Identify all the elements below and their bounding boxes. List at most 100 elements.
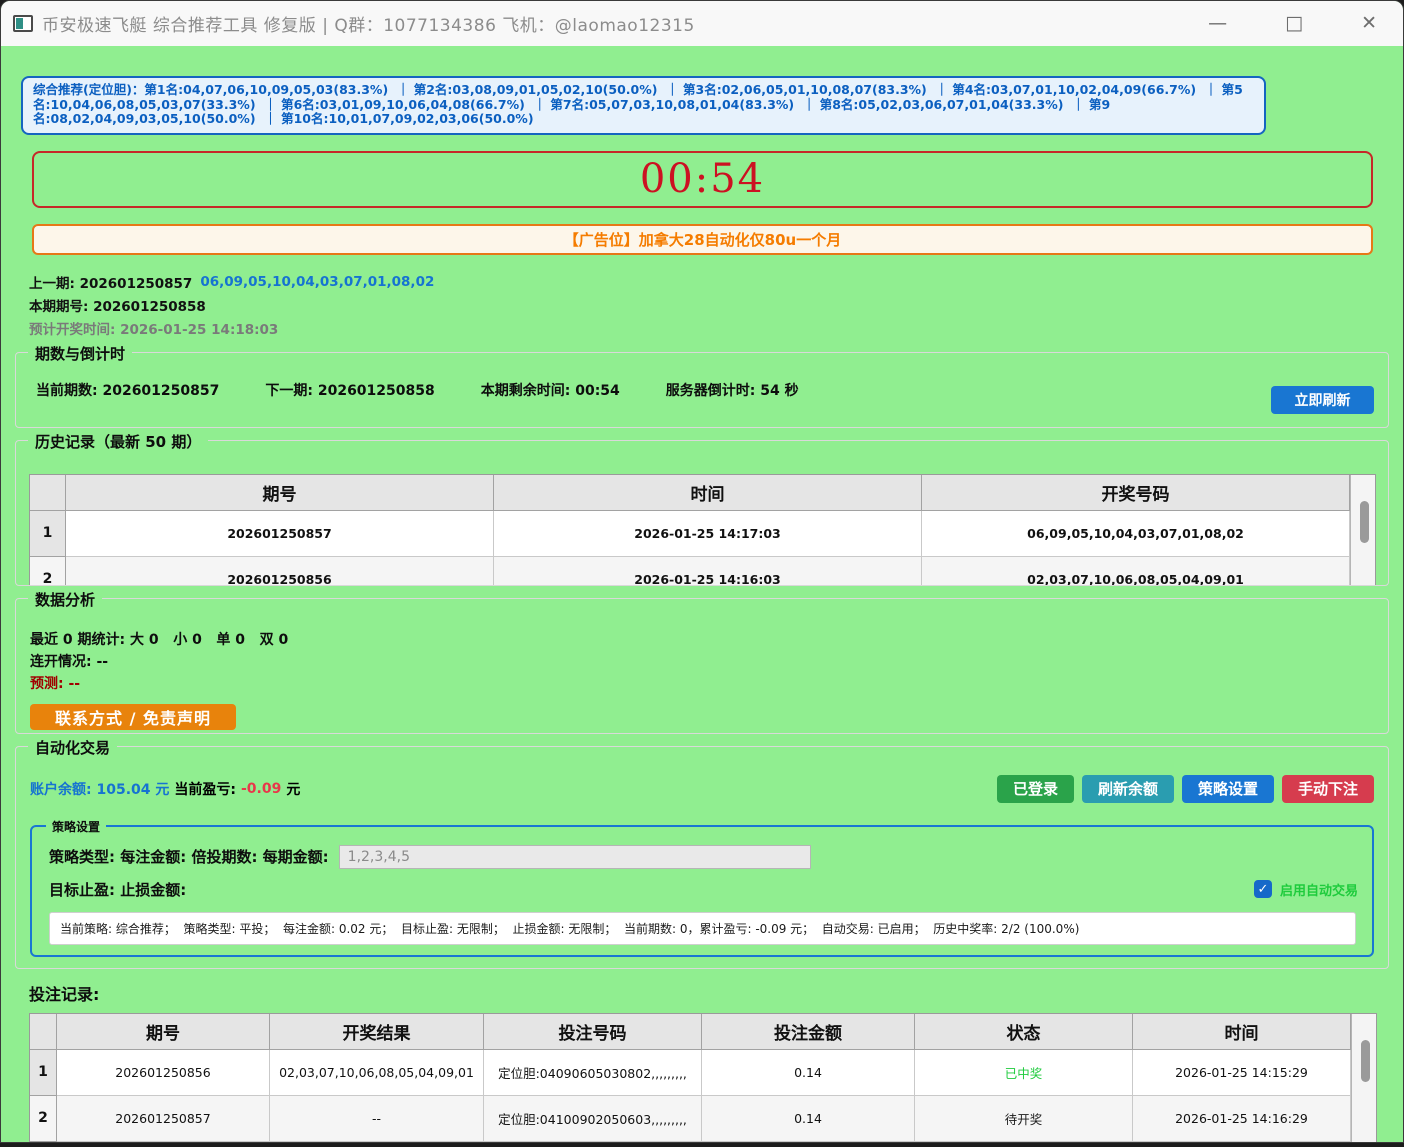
period-cell: 202601250856 [57,1050,270,1096]
bet-row[interactable]: 2 202601250857 -- 定位胆:04100902050603,,,,… [30,1096,1351,1142]
login-status-button[interactable]: 已登录 [997,775,1074,803]
result-cell: -- [270,1096,484,1142]
amount-cell: 0.14 [702,1096,915,1142]
bet-scrollbar[interactable] [1351,1014,1376,1142]
period-stats-row: 当前期数: 202601250857 下一期: 202601250858 本期剩… [16,353,1388,427]
history-header-row: 期号 时间 开奖号码 [30,475,1350,511]
history-table-clip: 期号 时间 开奖号码 1 202601250857 2026-01-25 14:… [29,474,1376,585]
countdown-box: 00:54 [32,151,1373,208]
strategy-status-bar: 当前策略: 综合推荐； 策略类型: 平投； 每注金额: 0.02 元； 目标止盈… [49,912,1356,945]
ad-banner-text: 【广告位】加拿大28自动化仅80u一个月 [564,229,841,250]
prev-period-numbers: 06,09,05,10,04,03,07,01,08,02 [200,274,434,290]
bet-col-result: 开奖结果 [270,1014,484,1050]
time-cell: 2026-01-25 14:16:29 [1133,1096,1351,1142]
bet-numbers-cell: 定位胆:04090605030802,,,,,,,,, [484,1050,702,1096]
strategy-row2-labels: 目标止盈: 止损金额: [49,879,186,900]
prev-period-label: 上一期: 202601250857 [29,272,192,292]
amount-cell: 0.14 [702,1050,915,1096]
history-col-numbers: 开奖号码 [922,475,1350,511]
history-col-time: 时间 [494,475,922,511]
history-group: 历史记录（最新 50 期） 期号 时间 开奖号码 1 202601250857 … [15,440,1389,586]
close-icon[interactable]: ✕ [1361,14,1377,33]
analysis-group-title: 数据分析 [28,589,102,610]
ad-banner[interactable]: 【广告位】加拿大28自动化仅80u一个月 [32,224,1373,255]
current-period-label: 本期期号: 202601250858 [29,295,206,315]
streak-line: 连开情况: -- [30,651,1388,673]
minimize-icon[interactable]: — [1208,14,1227,33]
history-corner-cell [30,475,66,511]
window-title: 币安极速飞艇 综合推荐工具 修复版 | Q群：1077134386 飞机：@la… [42,11,695,36]
history-scrollbar[interactable] [1350,475,1375,585]
trading-buttons: 已登录 刷新余额 策略设置 手动下注 [997,775,1374,803]
history-group-title: 历史记录（最新 50 期） [28,431,208,452]
row-number: 1 [30,511,66,557]
strategy-row1-labels: 策略类型: 每注金额: 倍投期数: 每期金额: [49,846,329,867]
bet-row[interactable]: 1 202601250856 02,03,07,10,06,08,05,04,0… [30,1050,1351,1096]
analysis-group: 数据分析 最近 0 期统计: 大 0 小 0 单 0 双 0 连开情况: -- … [15,598,1389,734]
refresh-balance-button[interactable]: 刷新余额 [1082,775,1174,803]
bet-records-table: 期号 开奖结果 投注号码 投注金额 状态 时间 1 202601250856 0… [29,1013,1377,1143]
period-cell: 202601250857 [57,1096,270,1142]
scrollbar-thumb[interactable] [1361,1040,1370,1082]
strategy-group: 策略设置 策略类型: 每注金额: 倍投期数: 每期金额: 目标止盈: 止损金额:… [30,825,1374,957]
current-period-stat: 当前期数: 202601250857 [36,380,219,400]
auto-trading-group: 自动化交易 账户余额: 105.04 元 当前盈亏: -0.09 元 已登录 刷… [15,746,1389,969]
pnl-unit: 元 [286,779,300,799]
bet-col-period: 期号 [57,1014,270,1050]
prev-period-line: 上一期: 202601250857 06,09,05,10,04,03,07,0… [29,271,1403,294]
bet-numbers-cell: 定位胆:04100902050603,,,,,,,,, [484,1096,702,1142]
time-cell: 2026-01-25 14:17:03 [494,511,922,557]
pnl-value: -0.09 [241,781,281,797]
result-cell: 02,03,07,10,06,08,05,04,09,01 [270,1050,484,1096]
server-countdown-stat: 服务器倒计时: 54 秒 [666,380,799,400]
strategy-group-title: 策略设置 [46,818,106,835]
bet-col-amount: 投注金额 [702,1014,915,1050]
refresh-now-button[interactable]: 立即刷新 [1271,386,1374,414]
strategy-row-1: 策略类型: 每注金额: 倍投期数: 每期金额: [49,845,1372,869]
manual-bet-button[interactable]: 手动下注 [1282,775,1374,803]
titlebar[interactable]: 币安极速飞艇 综合推荐工具 修复版 | Q群：1077134386 飞机：@la… [1,1,1403,46]
period-cell: 202601250856 [66,557,494,585]
bet-records-title: 投注记录: [29,981,1403,1005]
time-cell: 2026-01-25 14:16:03 [494,557,922,585]
next-period-stat: 下一期: 202601250858 [265,380,434,400]
bet-corner-cell [30,1014,57,1050]
draw-time-line: 预计开奖时间: 2026-01-25 14:18:03 [29,317,1403,340]
per-period-amount-input[interactable] [339,845,811,869]
balance-label: 账户余额: 105.04 元 [30,779,169,799]
auto-trade-toggle: ✓ 启用自动交易 [1254,880,1358,899]
numbers-cell: 02,03,07,10,06,08,05,04,09,01 [922,557,1350,585]
history-row[interactable]: 2 202601250856 2026-01-25 14:16:03 02,03… [30,557,1350,585]
history-row[interactable]: 1 202601250857 2026-01-25 14:17:03 06,09… [30,511,1350,557]
period-info: 上一期: 202601250857 06,09,05,10,04,03,07,0… [29,271,1403,340]
pnl-label: 当前盈亏: [174,779,236,799]
row-number: 1 [30,1050,57,1096]
row-number: 2 [30,557,66,585]
history-col-period: 期号 [66,475,494,511]
scrollbar-thumb[interactable] [1360,501,1369,543]
balance-row: 账户余额: 105.04 元 当前盈亏: -0.09 元 已登录 刷新余额 策略… [30,775,1374,803]
time-cell: 2026-01-25 14:15:29 [1133,1050,1351,1096]
history-table: 期号 时间 开奖号码 1 202601250857 2026-01-25 14:… [29,474,1376,585]
countdown-value: 00:54 [640,156,765,202]
stats-line: 最近 0 期统计: 大 0 小 0 单 0 双 0 [30,629,1388,651]
recommendation-text: 综合推荐(定位胆)：第1名:04,07,06,10,09,05,03(83.3%… [33,83,1254,127]
strategy-row-2: 目标止盈: 止损金额: ✓ 启用自动交易 [49,879,1358,900]
auto-trading-title: 自动化交易 [28,737,117,758]
remaining-time-stat: 本期剩余时间: 00:54 [481,380,620,400]
app-window: 币安极速飞艇 综合推荐工具 修复版 | Q群：1077134386 飞机：@la… [0,0,1404,1143]
bet-header-row: 期号 开奖结果 投注号码 投注金额 状态 时间 [30,1014,1351,1050]
auto-trade-label: 启用自动交易 [1280,880,1358,899]
window-controls: — □ ✕ [1208,14,1385,33]
app-icon [13,15,33,32]
checkbox-checked-icon[interactable]: ✓ [1254,880,1272,898]
current-period-line: 本期期号: 202601250858 [29,294,1403,317]
period-countdown-group: 期数与倒计时 当前期数: 202601250857 下一期: 202601250… [15,352,1389,428]
row-number: 2 [30,1096,57,1142]
period-cell: 202601250857 [66,511,494,557]
prediction-line: 预测: -- [30,673,1388,695]
strategy-settings-button[interactable]: 策略设置 [1182,775,1274,803]
maximize-icon[interactable]: □ [1285,14,1303,33]
contact-disclaimer-button[interactable]: 联系方式 / 免责声明 [30,704,236,730]
bet-col-time: 时间 [1133,1014,1351,1050]
